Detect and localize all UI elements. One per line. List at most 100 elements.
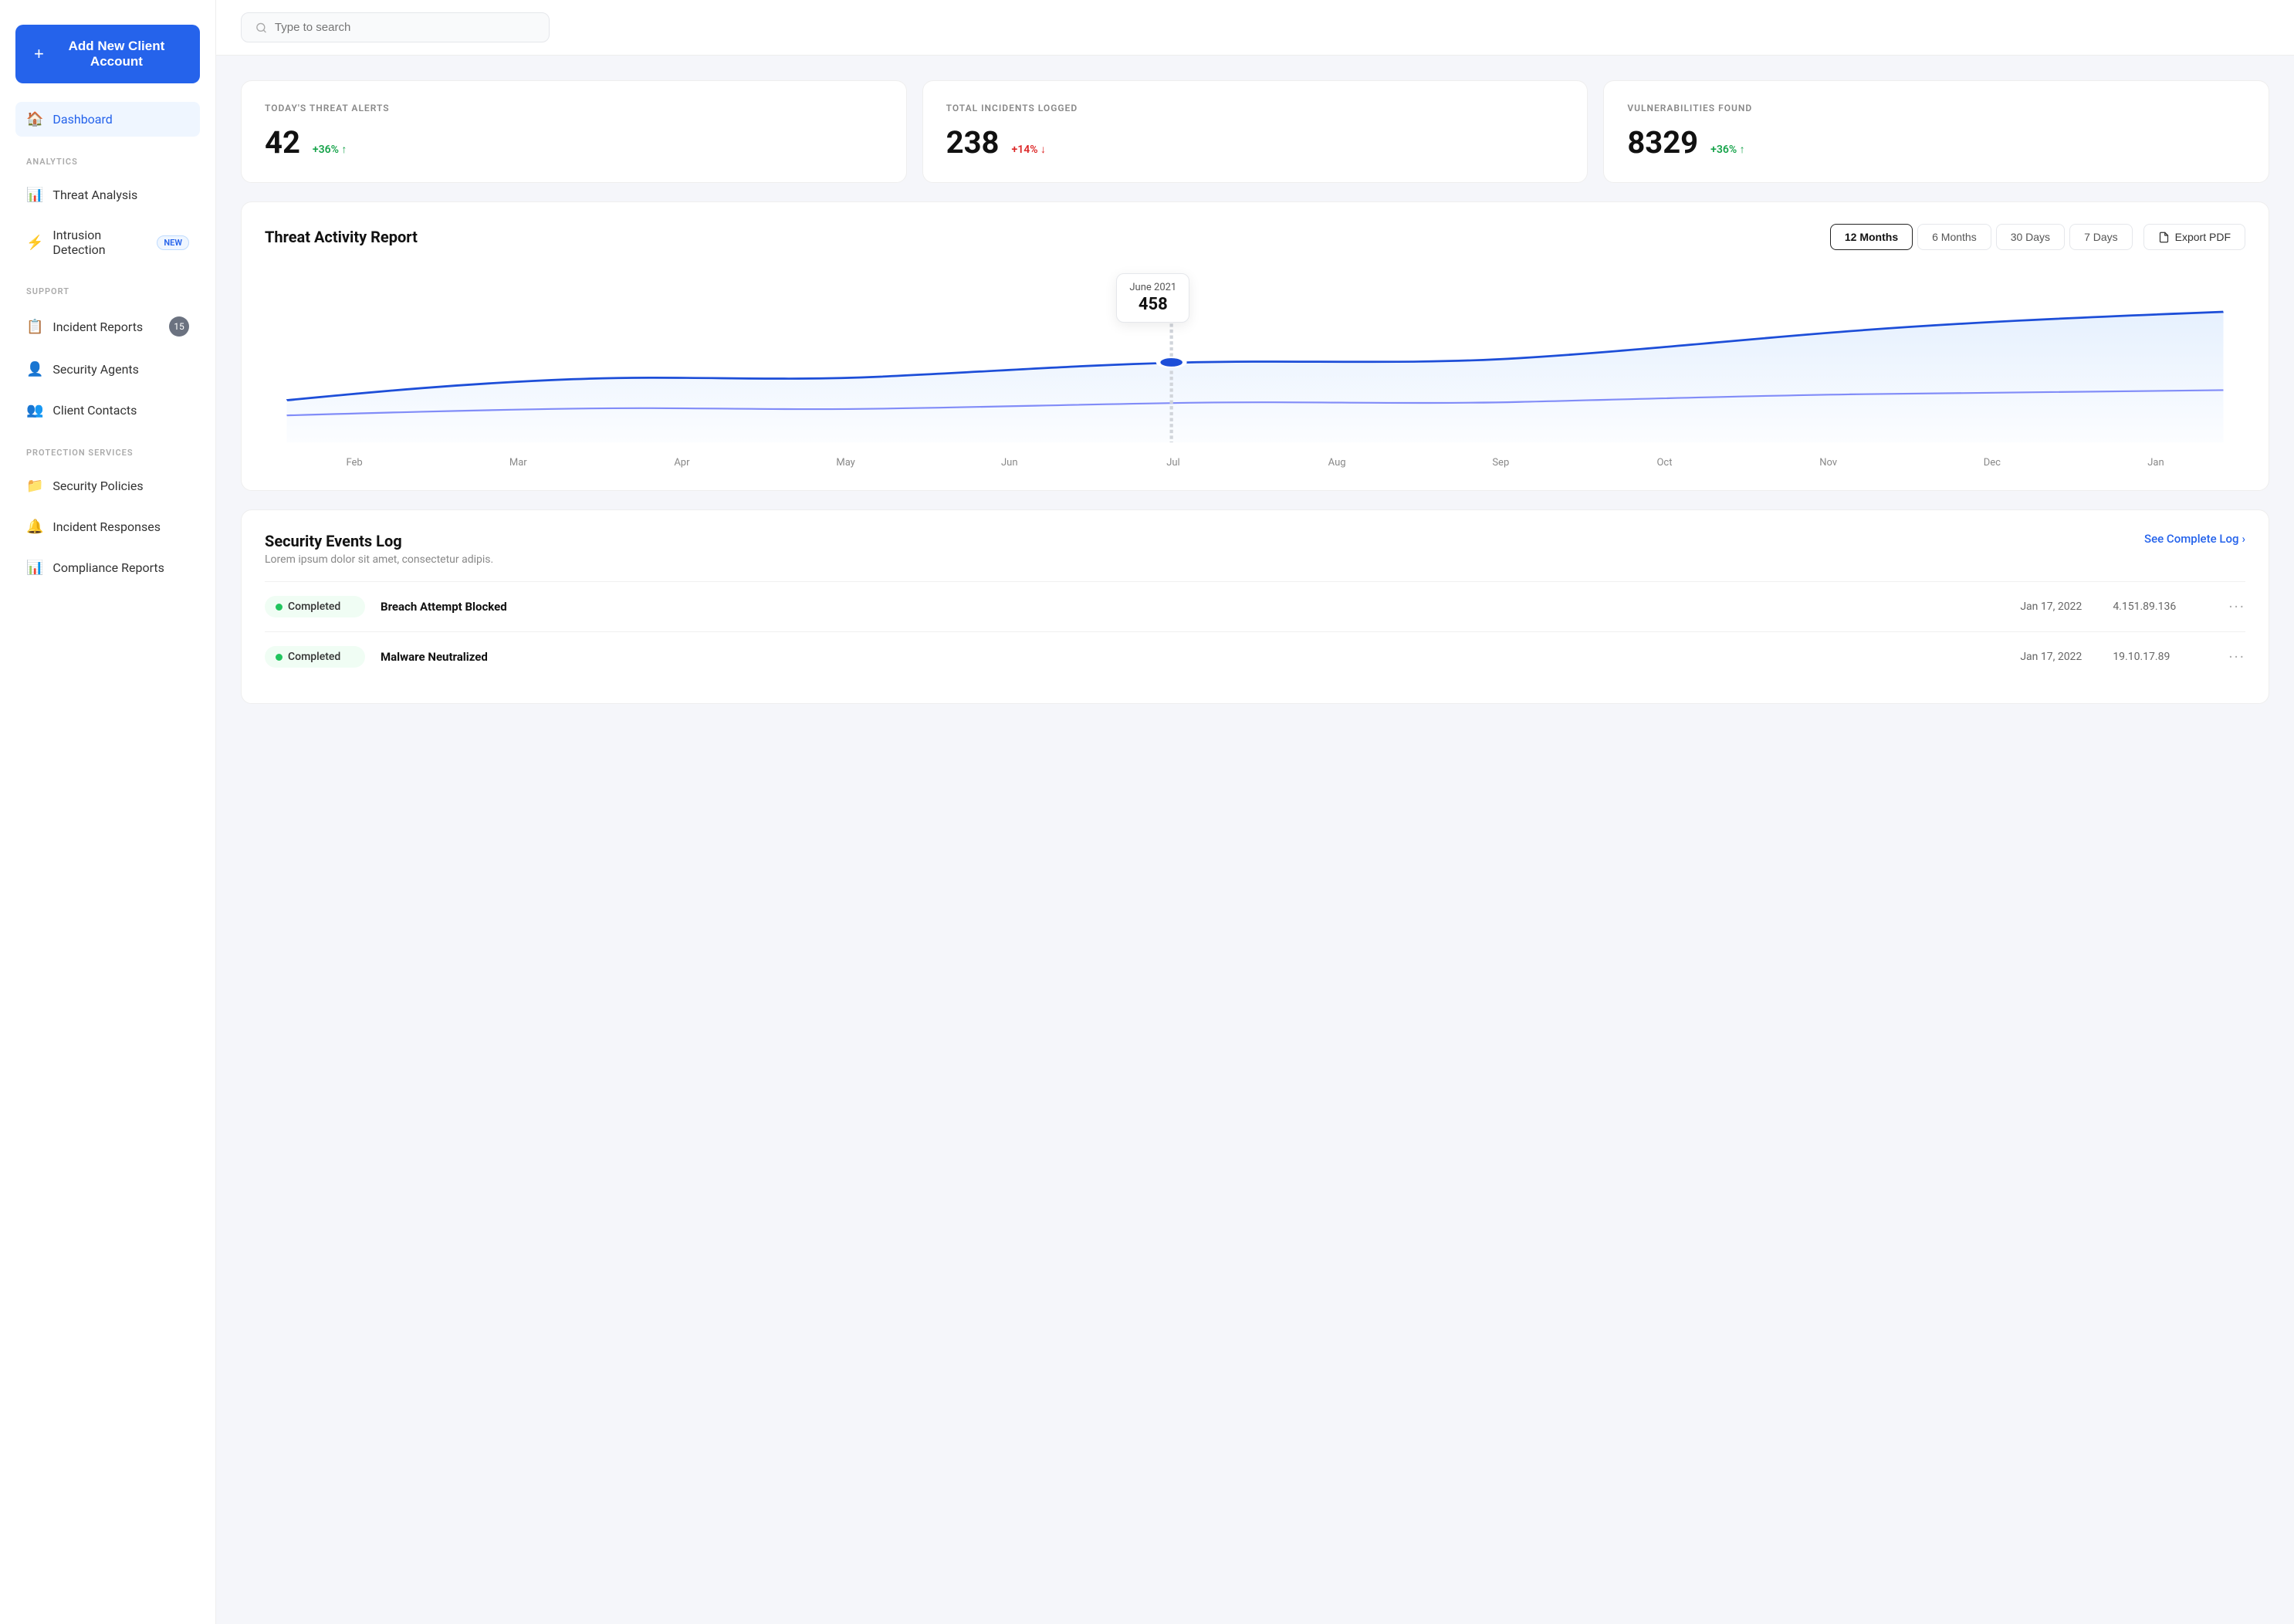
stat-card-incidents-logged: TOTAL INCIDENTS LOGGED 238 +14% ↓: [922, 80, 1589, 183]
main-content: TODAY'S THREAT ALERTS 42 +36% ↑ TOTAL IN…: [216, 0, 2294, 1624]
log-title: Security Events Log: [265, 532, 493, 550]
status-dot-icon: [276, 654, 283, 661]
x-label-aug: Aug: [1255, 457, 1419, 469]
see-complete-label: See Complete Log: [2144, 532, 2238, 546]
tooltip-value: 458: [1129, 295, 1176, 314]
log-row-2: Completed Malware Neutralized Jan 17, 20…: [265, 631, 2245, 682]
document-icon: [2158, 232, 2170, 243]
log-event-name-1: Breach Attempt Blocked: [381, 600, 2005, 614]
x-label-jan: Jan: [2074, 457, 2238, 469]
log-more-button-2[interactable]: ···: [2228, 648, 2245, 666]
content-area: TODAY'S THREAT ALERTS 42 +36% ↑ TOTAL IN…: [216, 56, 2294, 1624]
chart-tooltip: June 2021 458: [1116, 273, 1189, 323]
sidebar: + Add New Client Account 🏠 Dashboard Ana…: [0, 0, 216, 1624]
stat-label: VULNERABILITIES FOUND: [1627, 103, 2245, 113]
sidebar-item-label: Threat Analysis: [52, 188, 137, 202]
sidebar-item-label: Incident Responses: [52, 519, 161, 534]
people-icon: 👥: [26, 402, 43, 418]
log-date-2: Jan 17, 2022: [2020, 651, 2097, 663]
tooltip-date: June 2021: [1129, 282, 1176, 293]
stat-cards-row: TODAY'S THREAT ALERTS 42 +36% ↑ TOTAL IN…: [241, 80, 2269, 183]
status-badge-2: Completed: [265, 646, 365, 668]
x-label-sep: Sep: [1419, 457, 1582, 469]
status-label: Completed: [288, 601, 340, 613]
chart-filters: 12 Months 6 Months 30 Days 7 Days: [1830, 224, 2133, 250]
stat-change: +36% ↑: [1710, 143, 1745, 156]
export-pdf-button[interactable]: Export PDF: [2143, 224, 2245, 250]
support-section-label: Support: [15, 272, 200, 301]
home-icon: 🏠: [26, 111, 43, 127]
log-more-button-1[interactable]: ···: [2228, 597, 2245, 616]
chevron-right-icon: ›: [2242, 532, 2245, 546]
sidebar-item-label: Intrusion Detection: [52, 228, 143, 257]
sidebar-item-incident-responses[interactable]: 🔔 Incident Responses: [15, 509, 200, 544]
filter-6months[interactable]: 6 Months: [1917, 224, 1991, 250]
sidebar-item-incident-reports[interactable]: 📋 Incident Reports 15: [15, 307, 200, 346]
bell-icon: 🔔: [26, 519, 43, 535]
chart-card: Threat Activity Report 12 Months 6 Month…: [241, 201, 2269, 491]
log-ip-2: 19.10.17.89: [2113, 651, 2213, 663]
x-label-may: May: [764, 457, 928, 469]
sidebar-item-security-agents[interactable]: 👤 Security Agents: [15, 352, 200, 387]
chart-svg: [265, 266, 2245, 451]
export-label: Export PDF: [2175, 231, 2231, 243]
x-label-nov: Nov: [1747, 457, 1910, 469]
chart-x-labels: Feb Mar Apr May Jun Jul Aug Sep Oct Nov …: [265, 457, 2245, 469]
analytics-section-label: Analytics: [15, 143, 200, 171]
sidebar-item-label: Client Contacts: [52, 403, 137, 418]
log-subtitle: Lorem ipsum dolor sit amet, consectetur …: [265, 553, 493, 566]
sidebar-item-label: Compliance Reports: [52, 560, 164, 575]
filter-12months[interactable]: 12 Months: [1830, 224, 1913, 250]
search-icon: [255, 22, 267, 34]
stat-change: +36% ↑: [313, 143, 347, 156]
sidebar-item-label: Security Agents: [52, 362, 139, 377]
x-label-feb: Feb: [272, 457, 436, 469]
events-log-card: Security Events Log Lorem ipsum dolor si…: [241, 509, 2269, 704]
chart-container: June 2021 458: [265, 266, 2245, 451]
protection-section-label: Protection Services: [15, 434, 200, 462]
x-label-jul: Jul: [1091, 457, 1255, 469]
add-client-label: Add New Client Account: [52, 39, 181, 69]
x-label-oct: Oct: [1582, 457, 1746, 469]
search-bar: [241, 12, 550, 42]
stat-value: 42: [265, 124, 300, 161]
stat-change: +14% ↓: [1012, 143, 1047, 156]
stat-card-threat-alerts: TODAY'S THREAT ALERTS 42 +36% ↑: [241, 80, 907, 183]
filter-7days[interactable]: 7 Days: [2069, 224, 2133, 250]
person-icon: 👤: [26, 361, 43, 377]
x-label-dec: Dec: [1910, 457, 2074, 469]
stat-label: TOTAL INCIDENTS LOGGED: [946, 103, 1565, 113]
sidebar-item-security-policies[interactable]: 📁 Security Policies: [15, 469, 200, 503]
x-label-mar: Mar: [436, 457, 600, 469]
sidebar-item-label: Incident Reports: [52, 320, 143, 334]
add-client-button[interactable]: + Add New Client Account: [15, 25, 200, 83]
filter-30days[interactable]: 30 Days: [1996, 224, 2065, 250]
chart-title: Threat Activity Report: [265, 228, 418, 246]
log-date-1: Jan 17, 2022: [2020, 601, 2097, 613]
incident-count-badge: 15: [169, 316, 189, 337]
search-input[interactable]: [275, 21, 535, 34]
chart-icon: 📊: [26, 187, 43, 203]
status-badge-1: Completed: [265, 596, 365, 617]
sidebar-item-threat-analysis[interactable]: 📊 Threat Analysis: [15, 178, 200, 212]
status-dot-icon: [276, 604, 283, 611]
lightning-icon: ⚡: [26, 235, 43, 251]
stat-label: TODAY'S THREAT ALERTS: [265, 103, 883, 113]
sidebar-item-label: Dashboard: [52, 112, 112, 127]
sidebar-item-intrusion-detection[interactable]: ⚡ Intrusion Detection NEW: [15, 218, 200, 266]
stat-value: 8329: [1627, 124, 1698, 161]
sidebar-item-label: Security Policies: [52, 479, 143, 493]
sidebar-item-compliance-reports[interactable]: 📊 Compliance Reports: [15, 550, 200, 585]
x-label-jun: Jun: [928, 457, 1091, 469]
search-bar-wrapper: [216, 0, 2294, 56]
status-label: Completed: [288, 651, 340, 663]
log-event-name-2: Malware Neutralized: [381, 650, 2005, 664]
sidebar-item-client-contacts[interactable]: 👥 Client Contacts: [15, 393, 200, 428]
stat-value: 238: [946, 124, 1000, 161]
folder-icon: 📁: [26, 478, 43, 494]
sidebar-item-dashboard[interactable]: 🏠 Dashboard: [15, 102, 200, 137]
stat-card-vulnerabilities: VULNERABILITIES FOUND 8329 +36% ↑: [1603, 80, 2269, 183]
new-badge: NEW: [157, 235, 189, 250]
see-complete-log-link[interactable]: See Complete Log ›: [2144, 532, 2245, 546]
log-ip-1: 4.151.89.136: [2113, 601, 2213, 613]
